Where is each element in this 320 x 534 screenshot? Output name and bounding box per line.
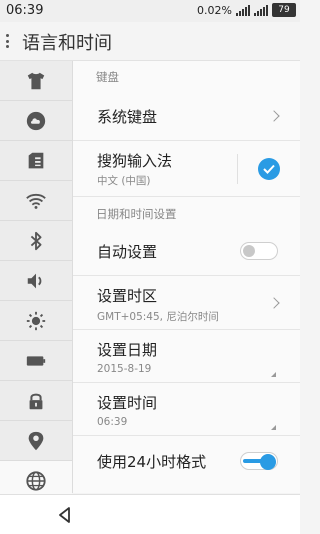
battery-icon <box>26 355 46 366</box>
status-time: 06:39 <box>6 3 44 18</box>
globe-icon <box>26 470 46 491</box>
time-value: 06:39 <box>97 416 128 428</box>
category-sidebar <box>0 61 73 501</box>
time-label: 设置时间 <box>97 394 158 412</box>
sogou-input-label: 搜狗输入法 <box>97 152 173 170</box>
date-label: 设置日期 <box>97 341 158 359</box>
page-title: 语言和时间 <box>22 33 112 54</box>
check-icon[interactable] <box>258 158 280 180</box>
auto-datetime-toggle[interactable] <box>240 242 278 260</box>
status-bar: 06:39 0.02% 79 <box>0 0 300 22</box>
lock-icon <box>29 393 43 409</box>
back-icon[interactable] <box>54 504 76 526</box>
sidebar-item-location[interactable] <box>0 421 72 461</box>
sidebar-item-sound[interactable] <box>0 261 72 301</box>
brightness-icon <box>26 311 46 330</box>
divider <box>237 154 238 184</box>
sidebar-item-wifi[interactable] <box>0 181 72 221</box>
system-keyboard-label: 系统键盘 <box>97 108 158 126</box>
data-rate: 0.02% <box>197 3 232 17</box>
sim-card-icon <box>28 152 44 168</box>
system-keyboard-row[interactable]: 系统键盘 <box>73 91 300 141</box>
sidebar-item-security[interactable] <box>0 381 72 421</box>
battery-icon: 79 <box>272 3 296 17</box>
bluetooth-icon <box>30 231 42 250</box>
sidebar-item-battery[interactable] <box>0 341 72 381</box>
format24-toggle[interactable] <box>240 452 278 470</box>
sidebar-item-sim[interactable] <box>0 141 72 181</box>
date-row[interactable]: 设置日期 2015-8-19 <box>73 330 300 383</box>
dropdown-corner-icon <box>271 425 276 430</box>
sogou-input-language: 中文 (中国) <box>97 175 151 187</box>
sidebar-item-cloud[interactable] <box>0 101 72 141</box>
timezone-value: GMT+05:45, 尼泊尔时间 <box>97 311 219 323</box>
menu-icon[interactable] <box>6 34 9 48</box>
timezone-row[interactable]: 设置时区 GMT+05:45, 尼泊尔时间 <box>73 276 300 330</box>
location-icon <box>28 431 44 450</box>
wifi-icon <box>26 193 46 209</box>
sidebar-item-theme[interactable] <box>0 61 72 101</box>
signal-icon <box>236 4 250 16</box>
volume-icon <box>27 273 42 288</box>
navigation-bar <box>0 494 300 534</box>
shirt-icon <box>27 72 45 89</box>
chevron-right-icon <box>268 110 280 122</box>
auto-datetime-label: 自动设置 <box>97 243 158 261</box>
date-value: 2015-8-19 <box>97 363 152 375</box>
time-row[interactable]: 设置时间 06:39 <box>73 383 300 436</box>
sidebar-item-bluetooth[interactable] <box>0 221 72 261</box>
timezone-label: 设置时区 <box>97 287 158 305</box>
signal-2-icon <box>254 4 268 16</box>
sidebar-item-display[interactable] <box>0 301 72 341</box>
cloud-icon <box>26 111 46 130</box>
format24-label: 使用24小时格式 <box>97 453 207 471</box>
format24-row[interactable]: 使用24小时格式 <box>73 436 300 486</box>
dropdown-corner-icon <box>271 372 276 377</box>
settings-list: 键盘 系统键盘 搜狗输入法 中文 (中国) 日期和时间设置 自动设置 设置时区 … <box>73 61 300 493</box>
auto-datetime-row[interactable]: 自动设置 <box>73 226 300 276</box>
chevron-right-icon <box>268 297 280 309</box>
header: 语言和时间 <box>0 22 300 61</box>
section-title-datetime: 日期和时间设置 <box>96 207 177 221</box>
status-indicators: 0.02% 79 <box>197 3 296 17</box>
sogou-input-row[interactable]: 搜狗输入法 中文 (中国) <box>73 141 300 197</box>
section-title-keyboard: 键盘 <box>96 70 119 84</box>
